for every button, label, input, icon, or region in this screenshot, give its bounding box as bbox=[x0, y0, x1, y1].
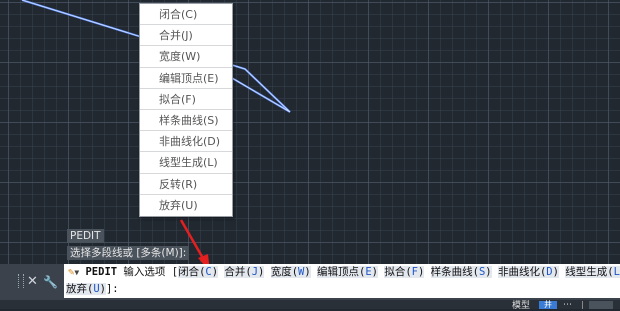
bracket-close: ]: bbox=[105, 283, 119, 295]
drag-handle-icon[interactable] bbox=[18, 274, 24, 288]
command-line-input[interactable]: ✎▼ PEDIT 输入选项 [闭合(C) 合并(J) 宽度(W) 编辑顶点(E)… bbox=[64, 264, 620, 298]
model-tab[interactable]: 模型 bbox=[512, 302, 530, 311]
option-edit-vertex[interactable]: 编辑顶点(E) bbox=[317, 266, 378, 278]
option-join[interactable]: 合并(J) bbox=[224, 266, 265, 278]
customize-wrench-icon[interactable]: 🔧 bbox=[43, 274, 58, 290]
close-icon[interactable]: ✕ bbox=[27, 274, 38, 290]
command-prompt-row-2: 放弃(U)]: bbox=[66, 281, 119, 298]
option-fit[interactable]: 拟合(F) bbox=[384, 266, 425, 278]
command-name: PEDIT bbox=[85, 266, 118, 278]
option-ltype-gen[interactable]: 线型生成(L) bbox=[565, 266, 620, 278]
status-button[interactable] bbox=[589, 301, 613, 309]
option-close[interactable]: 闭合(C) bbox=[178, 266, 219, 278]
option-undo[interactable]: 放弃(U) bbox=[66, 283, 106, 295]
more-options-icon[interactable]: ⋯ bbox=[563, 301, 572, 310]
option-decurve[interactable]: 非曲线化(D) bbox=[497, 266, 559, 278]
command-history-line: PEDIT bbox=[67, 229, 104, 243]
chevron-down-icon[interactable]: ▼ bbox=[74, 268, 79, 277]
command-prompt-text: 输入选项 bbox=[123, 266, 166, 278]
option-width[interactable]: 宽度(W) bbox=[270, 266, 311, 278]
grid-toggle-icon[interactable]: 井 bbox=[539, 301, 557, 309]
status-divider bbox=[582, 301, 583, 309]
command-prompt-row: ✎▼ PEDIT 输入选项 [闭合(C) 合并(J) 宽度(W) 编辑顶点(E)… bbox=[68, 264, 620, 281]
command-bar-controls: ✕ 🔧 bbox=[12, 270, 62, 294]
command-history-line: 选择多段线或 [多条(M)]: bbox=[67, 246, 190, 260]
annotation-arrow bbox=[179, 219, 210, 272]
option-spline[interactable]: 样条曲线(S) bbox=[430, 266, 492, 278]
